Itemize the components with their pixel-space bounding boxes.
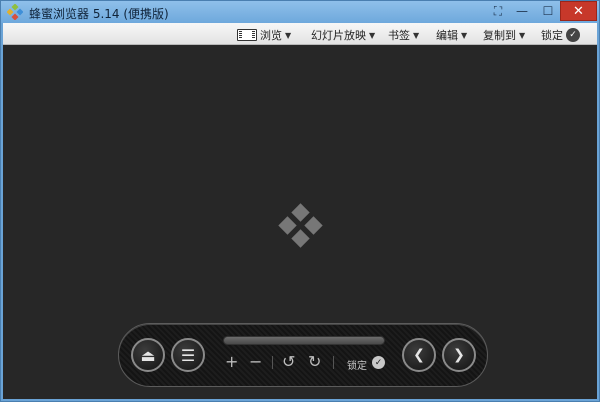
rotate-right-icon[interactable]: ↻: [308, 354, 321, 370]
image-viewer[interactable]: ⏏ ☰ + − ↺ ↻ 锁定 ✓ ❮ ❯: [3, 45, 597, 399]
separator: [333, 356, 334, 369]
chevron-down-icon: ▼: [369, 30, 376, 40]
chevron-down-icon: ▼: [413, 30, 420, 40]
minimize-button[interactable]: —: [509, 1, 535, 21]
chevron-left-icon: ❮: [413, 347, 425, 363]
minimize-icon: —: [516, 4, 528, 18]
menu-bookmarks-label: 书签: [388, 29, 410, 42]
menu-lock-label: 锁定: [541, 29, 563, 42]
control-panel: ⏏ ☰ + − ↺ ↻ 锁定 ✓ ❮ ❯: [118, 323, 488, 387]
close-button[interactable]: ✕: [560, 1, 597, 21]
menu-icon: ☰: [180, 345, 196, 365]
menu-bookmarks[interactable]: 书签 ▼: [388, 27, 419, 43]
menu-slideshow[interactable]: 幻灯片放映 ▼: [311, 27, 375, 43]
eject-button[interactable]: ⏏: [131, 338, 165, 372]
film-icon: [237, 29, 257, 41]
menu-copy-to[interactable]: 复制到 ▼: [483, 27, 525, 43]
lock-label[interactable]: 锁定: [347, 357, 367, 372]
app-window: 蜂蜜浏览器 5.14 (便携版) ⛶ — ☐ ✕ 浏览 ▼ 幻灯片放映 ▼ 书签…: [0, 0, 600, 402]
chevron-down-icon: ▼: [461, 30, 468, 40]
separator: [272, 356, 273, 369]
previous-button[interactable]: ❮: [402, 338, 436, 372]
check-circle-icon: ✓: [566, 28, 580, 42]
progress-bar[interactable]: [223, 336, 385, 345]
menu-edit-label: 编辑: [436, 29, 458, 42]
maximize-icon: ☐: [542, 4, 554, 18]
menu-bar: 浏览 ▼ 幻灯片放映 ▼ 书签 ▼ 编辑 ▼ 复制到 ▼ 锁定 ✓: [3, 23, 597, 45]
menu-browse-label: 浏览: [260, 29, 282, 42]
close-icon: ✕: [573, 3, 584, 19]
window-title: 蜂蜜浏览器 5.14 (便携版): [29, 7, 169, 21]
zoom-out-icon[interactable]: −: [249, 354, 262, 370]
chevron-right-icon: ❯: [453, 347, 465, 363]
menu-copy-to-label: 复制到: [483, 29, 516, 42]
maximize-button[interactable]: ☐: [535, 1, 561, 21]
app-logo-icon: [278, 203, 323, 248]
fit-window-button[interactable]: ⛶: [487, 1, 509, 21]
zoom-in-icon[interactable]: +: [225, 354, 238, 370]
check-circle-icon[interactable]: ✓: [372, 356, 385, 369]
menu-browse[interactable]: 浏览 ▼: [237, 27, 291, 43]
eject-icon: ⏏: [140, 345, 156, 365]
rotate-left-icon[interactable]: ↺: [282, 354, 295, 370]
menu-button[interactable]: ☰: [171, 338, 205, 372]
app-logo-icon: [7, 4, 23, 20]
menu-edit[interactable]: 编辑 ▼: [436, 27, 467, 43]
menu-slideshow-label: 幻灯片放映: [311, 29, 366, 42]
title-bar[interactable]: 蜂蜜浏览器 5.14 (便携版) ⛶ — ☐ ✕: [1, 1, 599, 23]
next-button[interactable]: ❯: [442, 338, 476, 372]
menu-lock[interactable]: 锁定 ✓: [541, 27, 580, 43]
fit-icon: ⛶: [493, 3, 503, 18]
chevron-down-icon: ▼: [285, 30, 292, 40]
chevron-down-icon: ▼: [519, 30, 526, 40]
